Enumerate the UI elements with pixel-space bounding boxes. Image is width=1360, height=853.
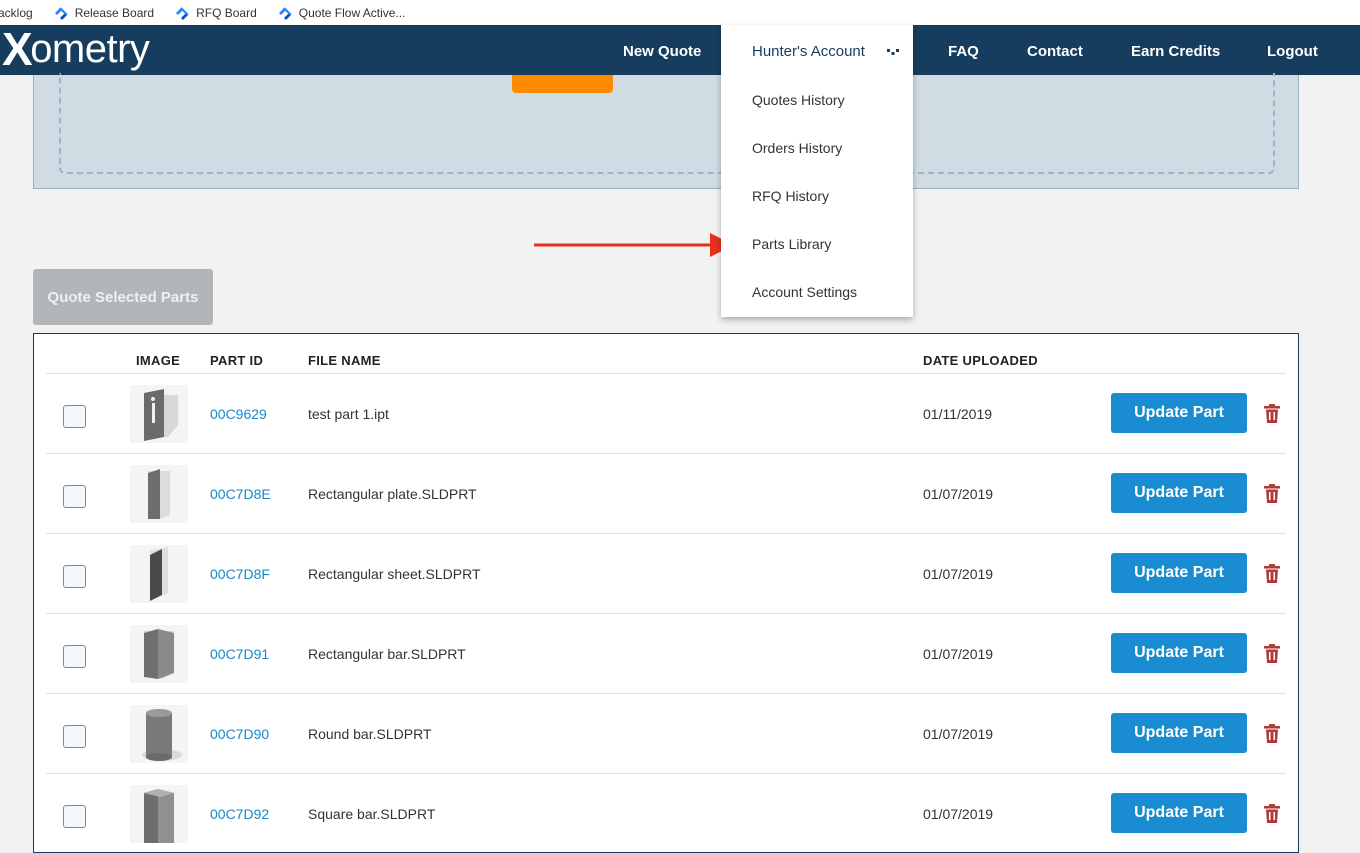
header-image: IMAGE [136,353,181,368]
caret-icon [887,49,899,55]
file-name: test part 1.ipt [308,406,389,422]
part-id-link[interactable]: 00C7D90 [210,726,269,742]
menu-item-orders-history[interactable]: Orders History [752,140,842,156]
xometry-logo[interactable]: Xometry [2,23,150,75]
part-thumbnail[interactable] [130,545,188,603]
header-date-uploaded[interactable]: DATE UPLOADED [923,353,1038,368]
table-row: 00C7D8F Rectangular sheet.SLDPRT 01/07/2… [46,533,1286,613]
date-uploaded: 01/07/2019 [923,806,994,822]
account-dropdown-menu: Hunter's Account Quotes History Orders H… [721,25,913,317]
account-menu-title: Hunter's Account [752,43,865,60]
file-name: Square bar.SLDPRT [308,806,436,822]
part-id-link[interactable]: 00C7D92 [210,806,269,822]
row-select-checkbox[interactable] [63,485,86,508]
menu-item-rfq-history[interactable]: RFQ History [752,188,829,204]
annotation-arrow-icon [534,233,734,257]
bookmark-label: acklog [0,5,33,20]
menu-item-quotes-history[interactable]: Quotes History [752,92,845,108]
date-uploaded: 01/07/2019 [923,566,994,582]
file-name: Round bar.SLDPRT [308,726,432,742]
table-row: 00C7D8E Rectangular plate.SLDPRT 01/07/2… [46,453,1286,533]
table-row: 00C7D90 Round bar.SLDPRT 01/07/2019 Upda… [46,693,1286,773]
row-select-checkbox[interactable] [63,645,86,668]
header-file-name[interactable]: FILE NAME [308,353,381,368]
trash-icon[interactable] [1264,644,1280,663]
update-part-button[interactable]: Update Part [1111,633,1247,673]
bookmarks-bar: acklog Release Board RFQ Board Quote Flo… [0,0,1360,25]
row-select-checkbox[interactable] [63,725,86,748]
file-name: Rectangular plate.SLDPRT [308,486,477,502]
bookmark-backlog[interactable]: acklog [0,6,33,20]
header-part-id[interactable]: PART ID [210,353,263,368]
part-thumbnail[interactable] [130,785,188,843]
part-thumbnail[interactable] [130,625,188,683]
logo-text: ometry [30,26,150,71]
logo-mark: X [2,23,33,75]
part-thumbnail[interactable] [130,385,188,443]
trash-icon[interactable] [1264,404,1280,423]
bookmark-label: Release Board [74,5,155,20]
upload-button[interactable] [512,75,613,93]
bookmark-release-board[interactable]: Release Board [53,6,154,20]
nav-contact[interactable]: Contact [1027,25,1083,75]
row-select-checkbox[interactable] [63,565,86,588]
date-uploaded: 01/07/2019 [923,646,994,662]
table-row: 00C7D91 Rectangular bar.SLDPRT 01/07/201… [46,613,1286,693]
part-id-link[interactable]: 00C7D91 [210,646,269,662]
nav-new-quote[interactable]: New Quote [623,25,701,75]
table-row: 00C9629 test part 1.ipt 01/11/2019 Updat… [46,373,1286,453]
quote-selected-parts-button[interactable]: Quote Selected Parts [33,269,213,325]
date-uploaded: 01/11/2019 [923,406,993,422]
trash-icon[interactable] [1264,484,1280,503]
trash-icon[interactable] [1264,564,1280,583]
bookmark-label: RFQ Board [196,5,257,20]
main-navbar: Xometry New Quote FAQ Contact Earn Credi… [0,23,1360,75]
date-uploaded: 01/07/2019 [923,726,994,742]
file-upload-dropzone[interactable] [33,73,1299,189]
part-thumbnail[interactable] [130,465,188,523]
nav-earn-credits[interactable]: Earn Credits [1131,25,1220,75]
part-thumbnail[interactable] [130,705,188,763]
part-id-link[interactable]: 00C7D8F [210,566,270,582]
table-row: 00C7D92 Square bar.SLDPRT 01/07/2019 Upd… [46,773,1286,853]
update-part-button[interactable]: Update Part [1111,473,1247,513]
trash-icon[interactable] [1264,724,1280,743]
menu-item-parts-library[interactable]: Parts Library [752,236,831,252]
bookmark-label: Quote Flow Active... [298,5,406,20]
file-name: Rectangular sheet.SLDPRT [308,566,481,582]
update-part-button[interactable]: Update Part [1111,713,1247,753]
jira-icon [278,6,292,20]
dropzone-dashed-border [59,73,1275,174]
date-uploaded: 01/07/2019 [923,486,994,502]
bookmark-quote-flow[interactable]: Quote Flow Active... [277,5,406,20]
update-part-button[interactable]: Update Part [1111,793,1247,833]
jira-icon [54,6,68,20]
part-id-link[interactable]: 00C9629 [210,406,267,422]
parts-table: IMAGE PART ID FILE NAME DATE UPLOADED 00… [33,333,1299,853]
trash-icon[interactable] [1264,804,1280,823]
account-menu-toggle[interactable]: Hunter's Account [721,25,913,75]
update-part-button[interactable]: Update Part [1111,553,1247,593]
row-select-checkbox[interactable] [63,405,86,428]
nav-logout[interactable]: Logout [1267,25,1318,75]
bookmark-rfq-board[interactable]: RFQ Board [174,6,257,20]
part-id-link[interactable]: 00C7D8E [210,486,271,502]
file-name: Rectangular bar.SLDPRT [308,646,466,662]
jira-icon [176,6,189,20]
nav-faq[interactable]: FAQ [948,25,979,75]
menu-item-account-settings[interactable]: Account Settings [752,284,857,300]
update-part-button[interactable]: Update Part [1111,393,1247,433]
